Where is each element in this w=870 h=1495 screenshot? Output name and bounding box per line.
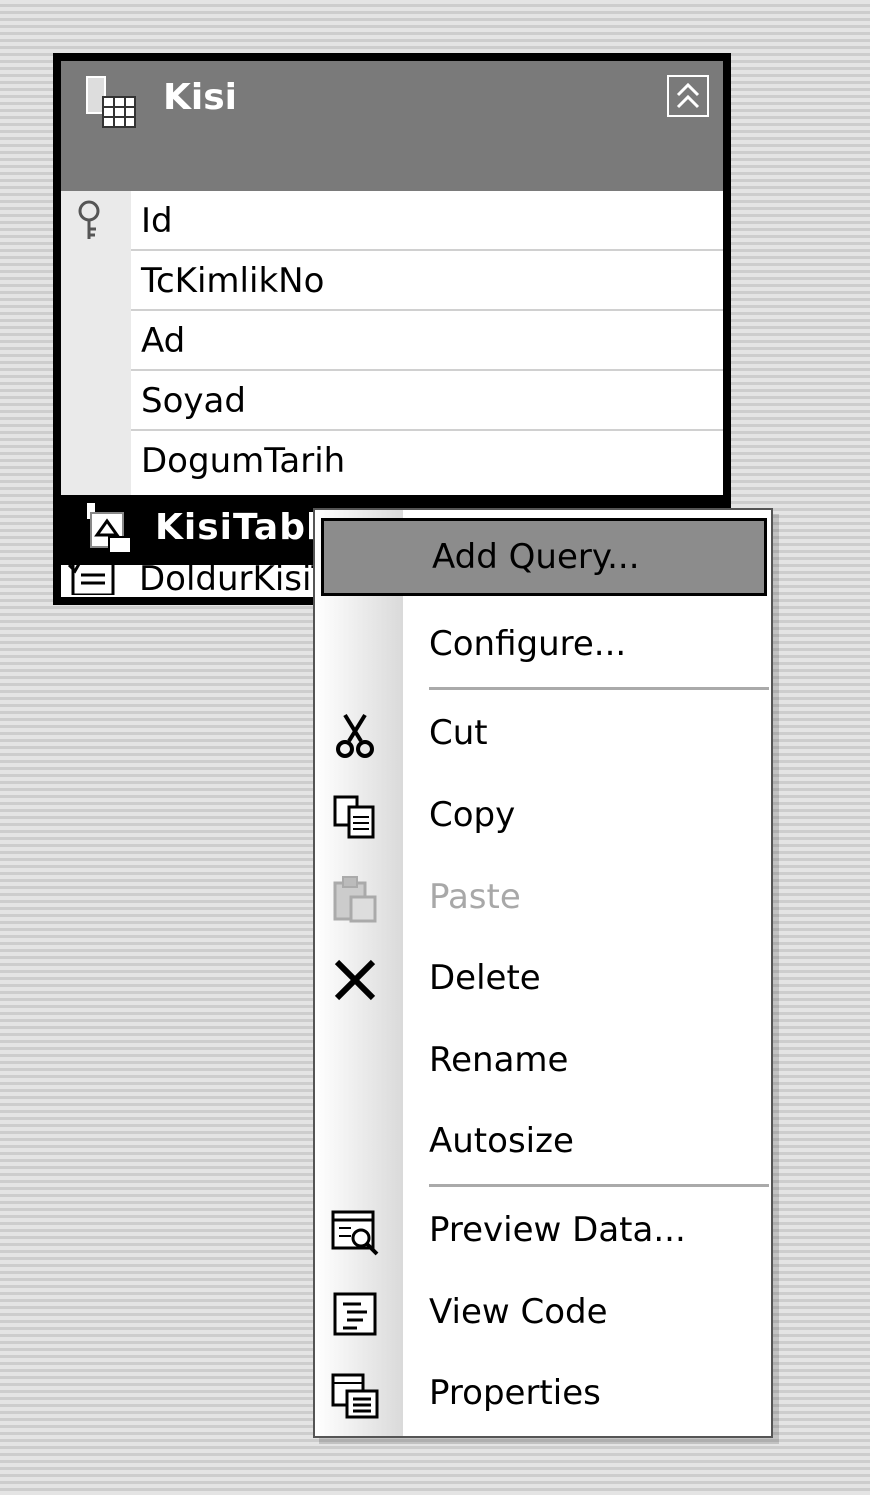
menu-item-rename[interactable]: Rename (315, 1022, 771, 1098)
column-row-tckimlikno[interactable]: TcKimlikNo (131, 251, 723, 311)
context-menu: Add Query... Configure... Cut Copy Paste… (313, 508, 773, 1438)
menu-item-label: Autosize (429, 1121, 574, 1161)
menu-item-cut[interactable]: Cut (315, 695, 771, 771)
menu-item-autosize[interactable]: Autosize (315, 1103, 771, 1179)
table-adapter-icon (87, 503, 132, 554)
paste-icon (333, 876, 377, 923)
menu-item-label: Configure... (429, 624, 627, 664)
adapter-method-name: DoldurKisiT (139, 565, 333, 597)
table-title: Kisi (163, 77, 238, 118)
menu-separator (429, 1184, 769, 1187)
primary-key-icon (78, 200, 100, 239)
row-gutter (61, 191, 131, 495)
properties-icon (331, 1373, 379, 1419)
column-row-id[interactable]: Id (131, 191, 723, 251)
menu-item-label: Copy (429, 795, 516, 835)
menu-item-label: Cut (429, 713, 488, 753)
menu-item-view-code[interactable]: View Code (315, 1274, 771, 1350)
collapse-table-button[interactable] (667, 75, 709, 117)
column-list: Id TcKimlikNo Ad Soyad DogumTarih (61, 191, 723, 495)
preview-data-icon (331, 1210, 379, 1256)
view-code-icon (333, 1292, 377, 1336)
copy-icon (333, 795, 375, 839)
menu-item-delete[interactable]: Delete (315, 940, 771, 1016)
menu-item-label: Paste (429, 877, 521, 917)
menu-item-preview-data[interactable]: Preview Data... (315, 1192, 771, 1268)
query-method-icon (67, 565, 115, 595)
menu-item-label: Rename (429, 1040, 569, 1080)
table-header[interactable]: Kisi (61, 61, 723, 191)
table-icon (86, 76, 136, 128)
scissors-icon (336, 713, 374, 758)
column-row-dogumtarih[interactable]: DogumTarih (131, 431, 723, 491)
double-chevron-up-icon (676, 82, 700, 109)
column-row-soyad[interactable]: Soyad (131, 371, 723, 431)
delete-icon (334, 959, 376, 1001)
column-row-ad[interactable]: Ad (131, 311, 723, 371)
menu-item-properties[interactable]: Properties (315, 1355, 771, 1431)
menu-separator (429, 687, 769, 690)
menu-item-copy[interactable]: Copy (315, 777, 771, 853)
menu-item-label: Properties (429, 1373, 601, 1413)
menu-item-label: View Code (429, 1292, 608, 1332)
menu-item-label: Delete (429, 958, 541, 998)
menu-item-add-query[interactable]: Add Query... (321, 518, 767, 596)
menu-item-configure[interactable]: Configure... (315, 606, 771, 682)
menu-item-label: Add Query... (432, 537, 640, 577)
menu-item-paste[interactable]: Paste (315, 859, 771, 935)
menu-item-label: Preview Data... (429, 1210, 686, 1250)
